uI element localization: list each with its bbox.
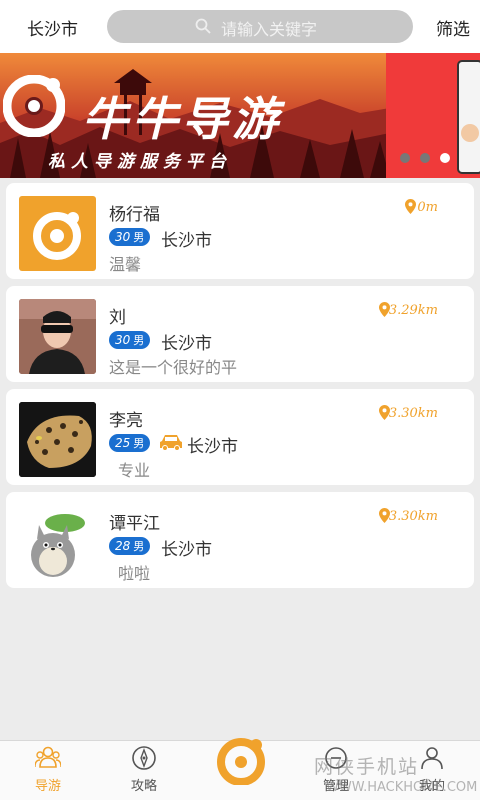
carousel-dot-active[interactable] xyxy=(440,153,450,163)
person-photo-icon xyxy=(19,299,96,374)
age-gender-badge: 28 男 xyxy=(109,537,151,555)
guide-city: 长沙市 xyxy=(161,334,212,354)
guide-card[interactable]: 杨行福 30 男 长沙市 温馨 0m xyxy=(6,183,474,279)
top-bar: 长沙市 请输入关键字 筛选 xyxy=(0,0,480,53)
avatar xyxy=(19,505,96,580)
avatar xyxy=(19,299,96,374)
guide-description: 啦啦 xyxy=(118,564,151,583)
nav-label: 导游 xyxy=(34,779,61,794)
guide-name: 谭平江 xyxy=(109,514,160,534)
nav-label: 攻略 xyxy=(130,779,157,794)
age-gender-badge: 25 男 xyxy=(109,434,151,452)
plush-toy-photo-icon xyxy=(19,505,96,580)
promo-banner[interactable]: 牛牛导游 私人导游服务平台 xyxy=(0,53,480,178)
guide-description: 这是一个很好的平 xyxy=(109,358,238,377)
car-icon xyxy=(160,435,182,451)
location-pin-icon xyxy=(405,199,416,214)
guide-distance: 3.30km xyxy=(388,509,438,524)
guide-city: 长沙市 xyxy=(161,540,212,560)
guide-city: 长沙市 xyxy=(161,231,212,251)
guide-name: 杨行福 xyxy=(109,205,160,225)
guide-distance: 3.29km xyxy=(388,303,438,318)
app-logo-icon xyxy=(33,212,81,260)
guide-distance: 3.30km xyxy=(388,406,438,421)
carousel-dot[interactable] xyxy=(420,153,430,163)
guide-distance: 0m xyxy=(417,200,438,215)
city-selector[interactable]: 长沙市 xyxy=(27,15,78,40)
app-logo-icon[interactable] xyxy=(216,735,266,785)
guide-description: 专业 xyxy=(118,461,151,480)
age-gender-badge: 30 男 xyxy=(109,331,151,349)
guide-city: 长沙市 xyxy=(187,437,238,457)
profile-icon xyxy=(421,747,443,770)
avatar xyxy=(19,196,96,271)
search-input[interactable]: 请输入关键字 xyxy=(107,10,413,43)
search-placeholder: 请输入关键字 xyxy=(221,20,318,39)
carousel-dots xyxy=(400,153,450,163)
banner-title: 牛牛导游 xyxy=(82,92,282,146)
banner-subtitle: 私人导游服务平台 xyxy=(48,152,232,172)
guide-card[interactable]: 李亮 25 男 长沙市 专业 3.30km xyxy=(6,389,474,485)
search-icon xyxy=(195,18,211,34)
nav-item-guides[interactable]: 导游 xyxy=(8,745,88,794)
avatar xyxy=(19,402,96,477)
guide-card[interactable]: 刘 30 男 长沙市 这是一个很好的平 3.29km xyxy=(6,286,474,382)
age-gender-badge: 30 男 xyxy=(109,228,151,246)
nav-item-guide-tips[interactable]: 攻略 xyxy=(104,745,184,794)
filter-button[interactable]: 筛选 xyxy=(436,15,470,40)
people-icon xyxy=(35,746,61,768)
leopard-photo-icon xyxy=(19,402,96,477)
guide-name: 刘 xyxy=(109,308,126,328)
watermark-url: WWW.HACKHOME.COM xyxy=(326,780,478,795)
guide-name: 李亮 xyxy=(109,411,143,431)
watermark-text: 网侠手机站 xyxy=(314,756,420,778)
carousel-dot[interactable] xyxy=(400,153,410,163)
compass-icon xyxy=(132,746,156,770)
guide-description: 温馨 xyxy=(109,255,142,274)
app-logo-icon xyxy=(3,75,65,137)
guide-card[interactable]: 谭平江 28 男 长沙市 啦啦 3.30km xyxy=(6,492,474,588)
